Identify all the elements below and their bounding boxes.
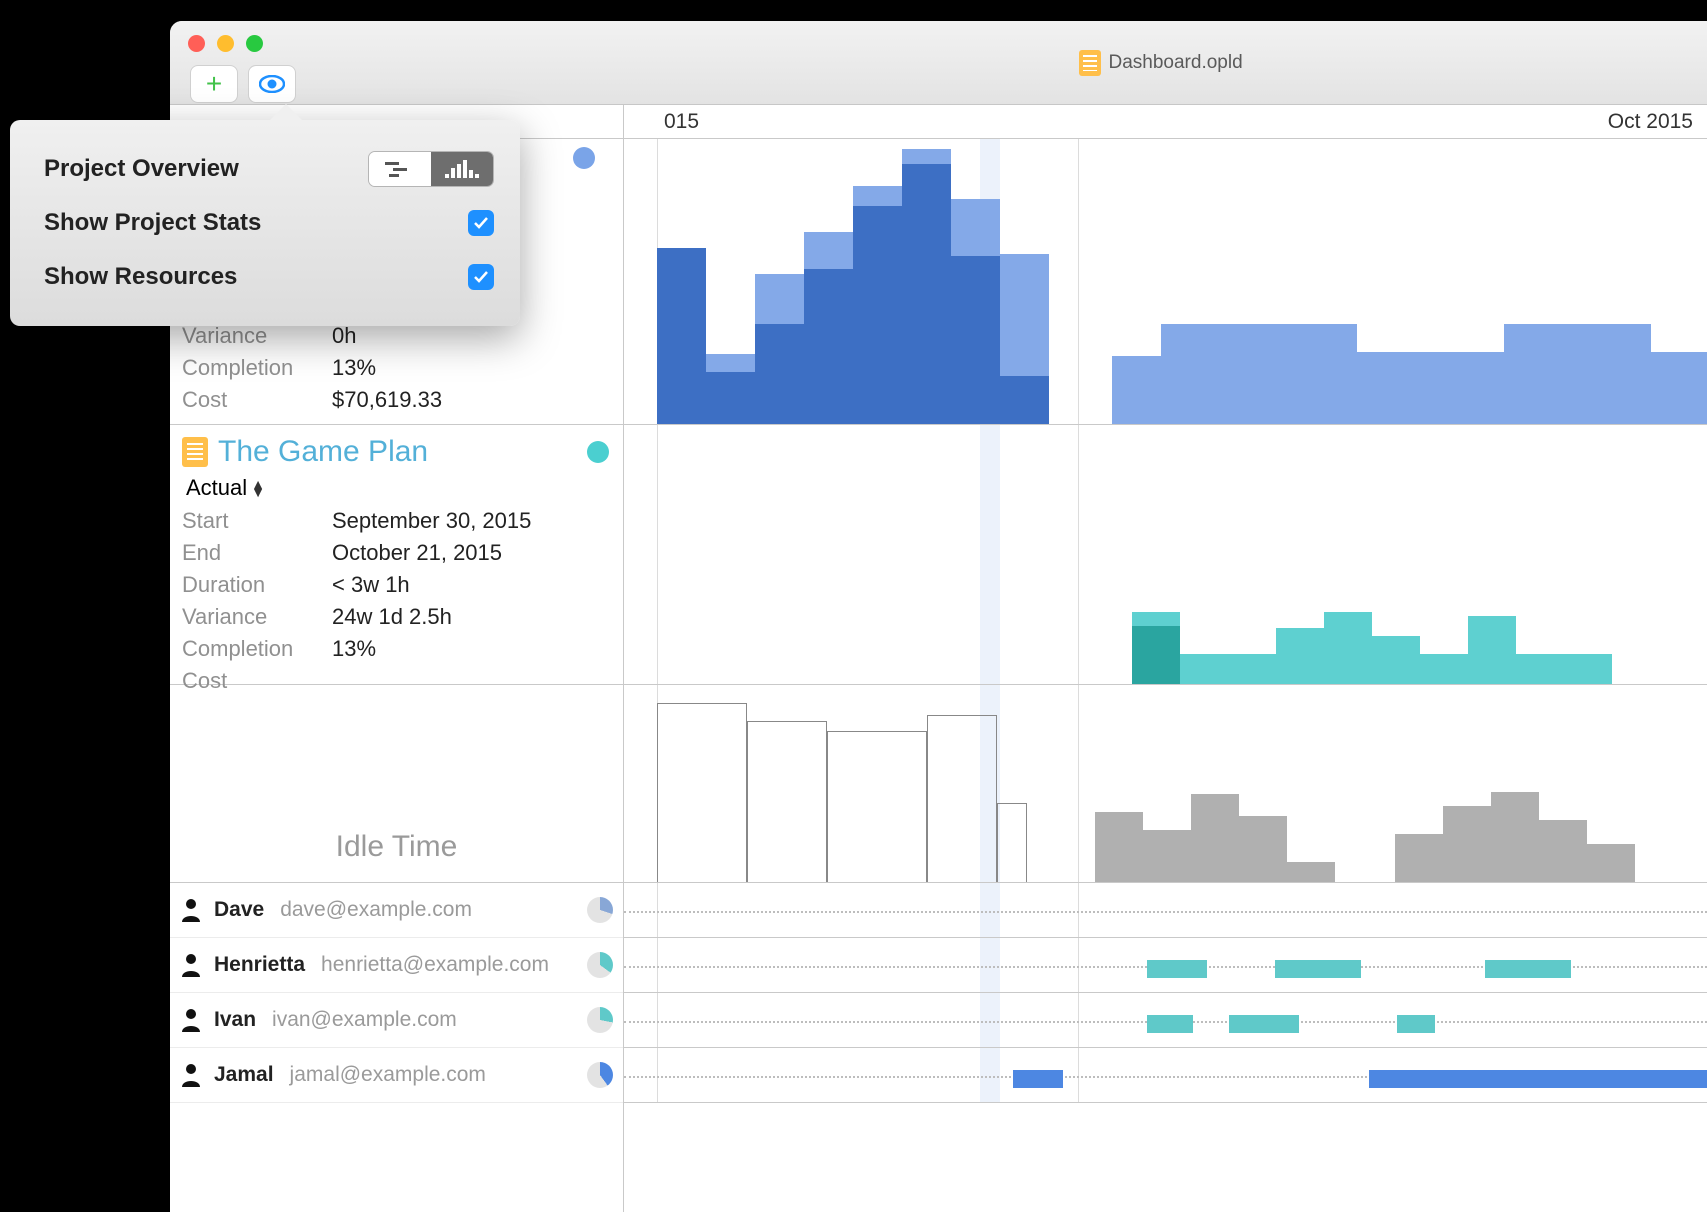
utilization-pie-icon	[587, 1007, 613, 1033]
show-stats-label: Show Project Stats	[44, 209, 261, 237]
stat-label: Cost	[182, 384, 332, 416]
stat-value: 24w 1d 2.5h	[332, 601, 452, 633]
resource-row[interactable]: Henrietta henrietta@example.com	[170, 938, 623, 993]
stat-value: September 30, 2015	[332, 505, 531, 537]
project-overview-row: Project Overview	[44, 142, 494, 196]
stat-label: Start	[182, 505, 332, 537]
stat-label: End	[182, 537, 332, 569]
idle-time-section: Idle Time	[170, 685, 623, 883]
add-button[interactable]: +	[190, 65, 238, 103]
utilization-pie-icon	[587, 897, 613, 923]
chart-row-idle	[624, 685, 1707, 883]
project-icon	[182, 437, 208, 467]
stat-label: Cost	[182, 665, 332, 697]
chart-row-project2	[624, 425, 1707, 685]
resource-timeline-row	[624, 883, 1707, 938]
resource-row[interactable]: Jamal jamal@example.com	[170, 1048, 623, 1103]
gantt-mode-button[interactable]	[369, 152, 431, 186]
resource-name: Henrietta	[214, 953, 305, 977]
mode-selector[interactable]: Actual ▲▼	[186, 475, 623, 501]
check-icon	[473, 216, 489, 230]
resource-email: jamal@example.com	[290, 1063, 486, 1087]
stat-value: 13%	[332, 352, 376, 384]
person-icon	[180, 898, 202, 922]
resource-timeline-row	[624, 938, 1707, 993]
stat-value: 13%	[332, 633, 376, 665]
mode-value: Actual	[186, 475, 247, 501]
resource-row[interactable]: Dave dave@example.com	[170, 883, 623, 938]
document-icon	[1079, 50, 1101, 76]
minimize-window-button[interactable]	[217, 35, 234, 52]
show-stats-row[interactable]: Show Project Stats	[44, 196, 494, 250]
timeline-label: 015	[664, 110, 699, 134]
stat-value: < 3w 1h	[332, 569, 410, 601]
resource-name: Dave	[214, 898, 264, 922]
show-resources-label: Show Resources	[44, 263, 237, 291]
document-title: Dashboard.opld	[1079, 50, 1243, 76]
resource-row[interactable]: Ivan ivan@example.com	[170, 993, 623, 1048]
stat-value: October 21, 2015	[332, 537, 502, 569]
window-controls	[188, 35, 263, 52]
timeline-header: 015 Oct 2015	[624, 105, 1707, 139]
show-stats-checkbox[interactable]	[468, 210, 494, 236]
close-window-button[interactable]	[188, 35, 205, 52]
resource-email: henrietta@example.com	[321, 953, 549, 977]
resource-email: dave@example.com	[280, 898, 472, 922]
titlebar: + Dashboard.opld	[170, 21, 1707, 105]
chart-mode-button[interactable]	[431, 152, 493, 186]
view-options-popover: Project Overview Show Project Stats Show…	[10, 120, 520, 326]
timeline-label: Oct 2015	[1608, 110, 1693, 134]
stat-label: Completion	[182, 633, 332, 665]
project-dot	[587, 441, 609, 463]
document-title-text: Dashboard.opld	[1109, 52, 1243, 74]
show-resources-row[interactable]: Show Resources	[44, 250, 494, 304]
eye-icon	[259, 75, 285, 93]
chart-row-project1	[624, 139, 1707, 425]
view-button[interactable]	[248, 65, 296, 103]
resource-timeline-row	[624, 993, 1707, 1048]
person-icon	[180, 953, 202, 977]
gantt-icon	[383, 161, 417, 177]
bars-icon	[443, 160, 481, 178]
resource-name: Ivan	[214, 1008, 256, 1032]
zoom-window-button[interactable]	[246, 35, 263, 52]
stat-value: $70,619.33	[332, 384, 442, 416]
project-title: The Game Plan	[218, 435, 428, 469]
stat-label: Variance	[182, 601, 332, 633]
project-card-2[interactable]: The Game Plan Actual ▲▼ StartSeptember 3…	[170, 425, 623, 685]
stat-label: Duration	[182, 569, 332, 601]
chevron-updown-icon: ▲▼	[251, 480, 265, 496]
idle-label: Idle Time	[336, 830, 458, 864]
stat-label: Completion	[182, 352, 332, 384]
resource-timeline-row	[624, 1048, 1707, 1103]
utilization-pie-icon	[587, 1062, 613, 1088]
popover-title: Project Overview	[44, 155, 239, 183]
person-icon	[180, 1008, 202, 1032]
resource-email: ivan@example.com	[272, 1008, 457, 1032]
check-icon	[473, 270, 489, 284]
utilization-pie-icon	[587, 952, 613, 978]
show-resources-checkbox[interactable]	[468, 264, 494, 290]
resource-name: Jamal	[214, 1063, 274, 1087]
view-mode-segment[interactable]	[368, 151, 494, 187]
plus-icon: +	[206, 68, 222, 100]
person-icon	[180, 1063, 202, 1087]
project-dot	[573, 147, 595, 169]
chart-area: 015 Oct 2015	[624, 105, 1707, 1212]
